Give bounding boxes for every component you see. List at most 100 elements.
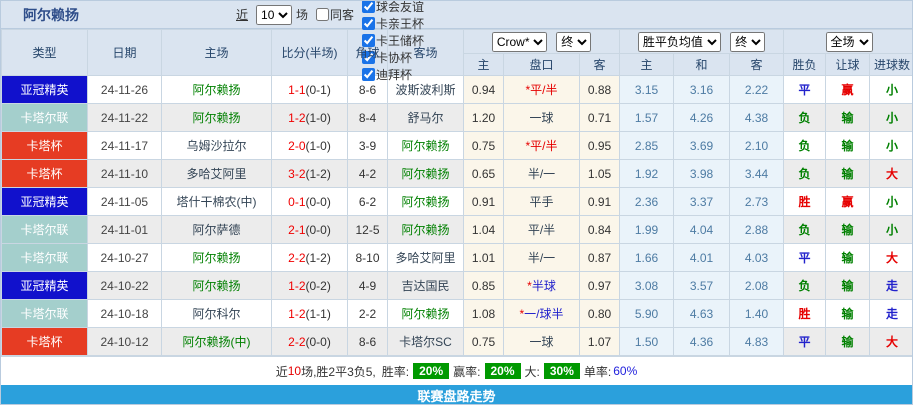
odds-away: 0.71 (580, 104, 620, 132)
competition-badge: 亚冠精英 (2, 272, 88, 300)
avg-draw: 4.01 (674, 244, 730, 272)
league-filter[interactable]: 迪拜杯 (362, 66, 424, 83)
avg-group-header: 胜平负均值 终 (620, 30, 784, 54)
league-label: 迪拜杯 (376, 66, 412, 83)
avg-home: 2.36 (620, 188, 674, 216)
avg-draw: 4.26 (674, 104, 730, 132)
match-date: 24-11-01 (88, 216, 162, 244)
away-team[interactable]: 多哈艾阿里 (388, 244, 464, 272)
away-team[interactable]: 阿尔赖扬 (388, 216, 464, 244)
avg-draw: 3.69 (674, 132, 730, 160)
away-team[interactable]: 阿尔赖扬 (388, 132, 464, 160)
match-row: 卡塔杯 24-11-17 乌姆沙拉尔 2-0(1-0) 3-9 阿尔赖扬 0.7… (2, 132, 913, 160)
odds-away: 0.84 (580, 216, 620, 244)
result-cell: 胜 (784, 300, 826, 328)
avg-home: 1.50 (620, 328, 674, 356)
scope-select[interactable]: 全场 (826, 32, 873, 52)
away-team[interactable]: 阿尔赖扬 (388, 160, 464, 188)
home-team[interactable]: 多哈艾阿里 (162, 160, 272, 188)
competition-badge: 卡塔杯 (2, 132, 88, 160)
home-team[interactable]: 阿尔赖扬 (162, 244, 272, 272)
recent-count-select[interactable]: 10 (256, 5, 292, 25)
win-rate-label: 胜率: (382, 363, 409, 380)
odds-home: 0.91 (464, 188, 504, 216)
odds-home: 0.75 (464, 132, 504, 160)
corner-score: 8-4 (348, 104, 388, 132)
goals-result-cell: 小 (870, 132, 913, 160)
handicap-win-badge: 20% (485, 363, 521, 379)
away-team[interactable]: 阿尔赖扬 (388, 188, 464, 216)
home-team[interactable]: 阿尔赖扬 (162, 272, 272, 300)
goals-result-cell: 走 (870, 272, 913, 300)
odds-home: 1.04 (464, 216, 504, 244)
away-team[interactable]: 卡塔尔SC (388, 328, 464, 356)
competition-badge: 卡塔尔联 (2, 300, 88, 328)
home-team[interactable]: 阿尔科尔 (162, 300, 272, 328)
goals-result-cell: 大 (870, 328, 913, 356)
avg-draw: 4.36 (674, 328, 730, 356)
home-team[interactable]: 塔什干棉农(中) (162, 188, 272, 216)
avg-away: 4.83 (730, 328, 784, 356)
competition-badge: 卡塔尔联 (2, 244, 88, 272)
home-team[interactable]: 阿尔赖扬(中) (162, 328, 272, 356)
league-filter[interactable]: 卡亲王杯 (362, 15, 424, 32)
corner-score: 4-9 (348, 272, 388, 300)
league-checkbox[interactable] (362, 0, 375, 13)
result-cell: 负 (784, 104, 826, 132)
handicap-cell: *一/球半 (504, 300, 580, 328)
league-filter[interactable]: 球会友谊 (362, 0, 424, 15)
match-row: 卡塔杯 24-11-10 多哈艾阿里 3-2(1-2) 4-2 阿尔赖扬 0.6… (2, 160, 913, 188)
goals-result-cell: 小 (870, 216, 913, 244)
same-venue-label: 同客 (330, 6, 354, 23)
avg-home: 2.85 (620, 132, 674, 160)
match-date: 24-10-12 (88, 328, 162, 356)
league-checkbox[interactable] (362, 68, 375, 81)
league-label: 球会友谊 (376, 0, 424, 15)
handicap-win-label: 赢率: (453, 363, 480, 380)
odds-away: 0.97 (580, 272, 620, 300)
result-cell: 负 (784, 216, 826, 244)
match-row: 卡塔尔联 24-10-18 阿尔科尔 1-2(1-1) 2-2 阿尔赖扬 1.0… (2, 300, 913, 328)
result-cell: 负 (784, 132, 826, 160)
let-result-cell: 赢 (826, 188, 870, 216)
avg-source-select[interactable]: 胜平负均值 (638, 32, 721, 52)
let-result-cell: 输 (826, 104, 870, 132)
away-team[interactable]: 吉达国民 (388, 272, 464, 300)
team-name: 阿尔赖扬 (1, 5, 176, 25)
away-team[interactable]: 舒马尔 (388, 104, 464, 132)
home-team[interactable]: 阿尔萨德 (162, 216, 272, 244)
result-cell: 平 (784, 244, 826, 272)
same-venue-checkbox[interactable] (316, 8, 329, 21)
match-date: 24-11-26 (88, 76, 162, 104)
team-match-history-panel: 阿尔赖扬 近 10 场 同客 亚冠精英卡塔尔联卡塔杯球会友谊卡亲王杯卡王储杯卡协… (0, 0, 913, 405)
score-cell: 0-1(0-0) (272, 188, 348, 216)
odds-home: 0.65 (464, 160, 504, 188)
home-team[interactable]: 阿尔赖扬 (162, 104, 272, 132)
home-team[interactable]: 乌姆沙拉尔 (162, 132, 272, 160)
odds-home: 0.85 (464, 272, 504, 300)
away-team[interactable]: 阿尔赖扬 (388, 300, 464, 328)
handicap-cell: *平/半 (504, 132, 580, 160)
corner-score: 3-9 (348, 132, 388, 160)
odds-home: 1.20 (464, 104, 504, 132)
avg-draw: 3.37 (674, 188, 730, 216)
avg-home: 1.92 (620, 160, 674, 188)
let-result-cell: 输 (826, 300, 870, 328)
avg-home: 1.99 (620, 216, 674, 244)
match-row: 卡塔尔联 24-10-27 阿尔赖扬 2-2(1-2) 8-10 多哈艾阿里 1… (2, 244, 913, 272)
odds-state-select[interactable]: 终 (556, 32, 591, 52)
avg-home: 3.08 (620, 272, 674, 300)
league-checkbox[interactable] (362, 17, 375, 30)
odds-source-select[interactable]: Crow* (492, 32, 547, 52)
same-venue-filter[interactable]: 同客 (316, 6, 354, 23)
avg-state-select[interactable]: 终 (730, 32, 765, 52)
recent-link[interactable]: 近 (236, 6, 248, 23)
match-date: 24-11-22 (88, 104, 162, 132)
match-date: 24-11-17 (88, 132, 162, 160)
match-row: 亚冠精英 24-10-22 阿尔赖扬 1-2(0-2) 4-9 吉达国民 0.8… (2, 272, 913, 300)
corner-score: 8-6 (348, 328, 388, 356)
competition-badge: 卡塔杯 (2, 160, 88, 188)
match-row: 卡塔尔联 24-11-01 阿尔萨德 2-1(0-0) 12-5 阿尔赖扬 1.… (2, 216, 913, 244)
score-cell: 2-0(1-0) (272, 132, 348, 160)
col-type: 类型 (2, 30, 88, 76)
